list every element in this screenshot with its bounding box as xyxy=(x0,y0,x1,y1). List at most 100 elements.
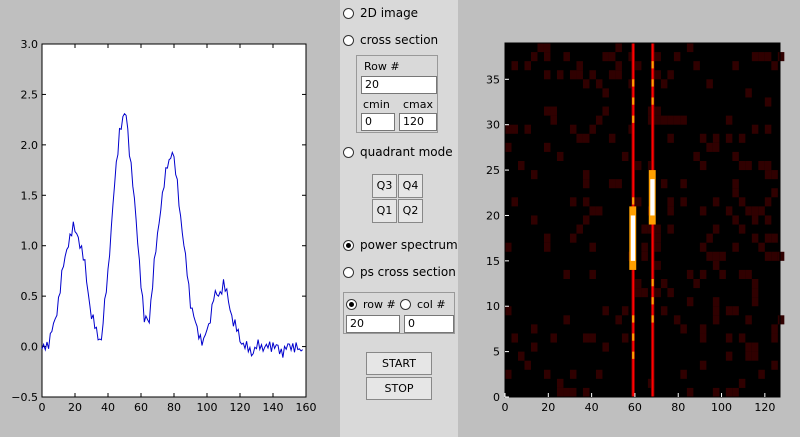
heatmap-cell xyxy=(764,124,772,134)
radio-ps-cross-section[interactable] xyxy=(343,266,354,278)
heatmap-cell xyxy=(569,387,577,397)
heatmap-cell xyxy=(751,279,759,289)
heatmap-cell xyxy=(608,70,616,80)
heatmap-cell xyxy=(589,333,596,343)
q2-button[interactable]: Q2 xyxy=(398,199,423,223)
heatmap-cell xyxy=(699,360,707,370)
heatmap-cell xyxy=(771,324,778,334)
row-num-option[interactable]: row # xyxy=(346,295,396,313)
heatmap-cell xyxy=(543,43,551,53)
radio-row-number[interactable] xyxy=(346,298,357,310)
y-tick-label: 1.5 xyxy=(21,189,39,202)
heatmap-cell xyxy=(654,242,661,252)
heatmap-cell xyxy=(667,206,674,216)
heatmap-cell xyxy=(524,360,531,370)
heatmap-cell xyxy=(511,197,518,207)
heatmap-cell xyxy=(758,369,765,379)
q4-button[interactable]: Q4 xyxy=(398,174,423,198)
mode-2d-image-option[interactable]: 2D image xyxy=(343,4,418,22)
heatmap-cell xyxy=(576,224,583,234)
heatmap-cell xyxy=(764,251,772,261)
heatmap-cell xyxy=(738,378,746,388)
heatmap-cell xyxy=(758,52,765,62)
heatmap-cell xyxy=(699,161,707,171)
heatmap-cell xyxy=(764,52,772,62)
x-tick-label: 60 xyxy=(134,401,148,414)
heatmap-cell xyxy=(667,70,674,80)
heatmap-cell xyxy=(712,251,720,261)
heatmap-cell xyxy=(751,52,759,62)
q3-button[interactable]: Q3 xyxy=(372,174,397,198)
heatmap-cell xyxy=(771,233,778,243)
heatmap-cell xyxy=(745,351,752,361)
heatmap-cell xyxy=(667,197,674,207)
heatmap-cell xyxy=(725,133,733,143)
heatmap-cell xyxy=(543,142,551,152)
row-number-input[interactable]: 20 xyxy=(346,315,400,333)
heatmap-cell xyxy=(556,378,564,388)
y-tick-label: 15 xyxy=(486,255,500,268)
spectrum-speck xyxy=(632,351,635,359)
spectrum-speck xyxy=(632,315,635,323)
heatmap-cell xyxy=(738,133,746,143)
heatmap-cell xyxy=(505,306,512,316)
col-number-input[interactable]: 0 xyxy=(404,315,454,333)
heatmap-cell xyxy=(634,61,642,71)
heatmap-cell xyxy=(602,52,609,62)
heatmap-cell xyxy=(686,43,694,53)
heatmap-cell xyxy=(667,224,674,234)
heatmap-cell xyxy=(654,224,661,234)
y-tick-label: 35 xyxy=(486,73,500,86)
heatmap-cell xyxy=(745,269,752,279)
heatmap-cell xyxy=(745,315,752,325)
radio-cross-section[interactable] xyxy=(343,34,354,46)
heatmap-cell xyxy=(745,342,752,352)
heatmap-cell xyxy=(660,179,668,189)
cmax-input[interactable]: 120 xyxy=(399,113,437,131)
heatmap-cell xyxy=(732,215,739,225)
q1-button[interactable]: Q1 xyxy=(372,199,397,223)
heatmap-cell xyxy=(511,333,518,343)
heatmap-cell xyxy=(660,79,668,89)
cmin-input[interactable]: 0 xyxy=(361,113,395,131)
ps-cross-section-option[interactable]: ps cross section xyxy=(343,263,456,281)
heatmap-cell xyxy=(738,224,746,234)
radio-power-spectrum[interactable] xyxy=(343,239,354,251)
heatmap-cell xyxy=(505,242,512,252)
heatmap-cell xyxy=(621,151,629,161)
start-button[interactable]: START xyxy=(366,352,432,375)
mode-cross-section-option[interactable]: cross section xyxy=(343,31,438,49)
heatmap-cell xyxy=(712,297,720,307)
radio-quadrant-mode[interactable] xyxy=(343,146,354,158)
quadrant-mode-option[interactable]: quadrant mode xyxy=(343,143,453,161)
heatmap-cell xyxy=(595,115,603,125)
heatmap-cell xyxy=(530,170,538,180)
heatmap-cell xyxy=(712,197,720,207)
stop-button[interactable]: STOP xyxy=(366,377,432,400)
x-tick-label: 120 xyxy=(230,401,251,414)
heatmap-cell xyxy=(771,360,778,370)
spectrum-speck xyxy=(651,279,654,287)
heatmap-cell xyxy=(615,179,622,189)
heatmap-cell xyxy=(530,52,538,62)
heatmap-cell xyxy=(706,233,713,243)
radio-2d-image[interactable] xyxy=(343,7,354,19)
mode-2d-image-label: 2D image xyxy=(360,6,419,20)
heatmap-cell xyxy=(758,161,765,171)
heatmap-cell xyxy=(615,315,622,325)
heatmap-cell xyxy=(771,188,778,198)
heatmap-cell xyxy=(777,251,785,261)
heatmap-cell xyxy=(654,115,661,125)
col-num-option[interactable]: col # xyxy=(400,295,446,313)
line-plot-panel: 0 20 40 60 80 100 120 140 160 −0.5 0.0 0.5 1.0 1.5 2.0… xyxy=(0,0,340,437)
hotspot xyxy=(650,179,655,216)
radio-col-number[interactable] xyxy=(400,298,411,310)
x-tick-label: 120 xyxy=(754,401,775,414)
y-tick-label: 3.0 xyxy=(21,38,39,51)
heatmap-cell xyxy=(686,269,694,279)
heatmap-cell xyxy=(537,43,544,53)
row-input[interactable]: 20 xyxy=(361,76,437,94)
power-spectrum-option[interactable]: power spectrum xyxy=(343,236,458,254)
heatmap-cell xyxy=(563,315,570,325)
ps-cross-section-settings: row # col # 20 0 xyxy=(343,292,455,334)
